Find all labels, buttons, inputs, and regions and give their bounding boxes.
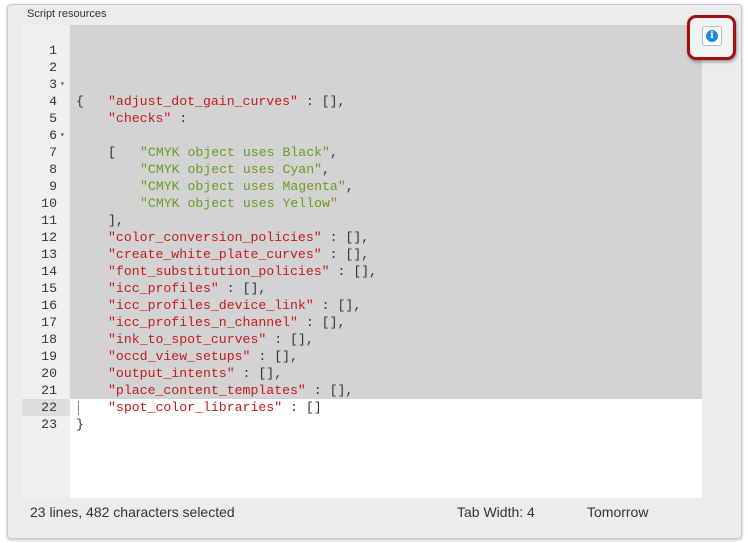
code-line[interactable]: 12 "create_white_plate_curves" : [],: [22, 212, 702, 262]
code-line[interactable]: 19 "output_intents" : [],: [22, 331, 702, 381]
code-line[interactable]: 22 }: [22, 382, 702, 432]
info-button-highlight: i: [687, 15, 736, 60]
code-line[interactable]: 14 "icc_profiles" : [],: [22, 246, 702, 296]
code-line[interactable]: 3 "adjust_dot_gain_curves" : [],: [22, 59, 702, 109]
info-icon: i: [706, 30, 718, 42]
code-line[interactable]: 2 ▾ {: [22, 42, 702, 109]
theme-selector[interactable]: Tomorrow: [587, 504, 648, 520]
code-line[interactable]: 21 "spot_color_libraries" : []: [22, 365, 702, 415]
code-line[interactable]: 17 "ink_to_spot_curves" : [],: [22, 297, 702, 347]
code-line[interactable]: 11 "color_conversion_policies" : [],: [22, 195, 702, 245]
code-line[interactable]: 13 "font_substitution_policies" : [],: [22, 229, 702, 279]
code-line[interactable]: 8 "CMYK object uses Magenta",: [22, 144, 702, 194]
panel-title: Script resources: [27, 8, 107, 20]
text-cursor: [78, 401, 79, 415]
info-button[interactable]: i: [702, 26, 722, 46]
code-line[interactable]: 23: [22, 399, 702, 432]
code-line[interactable]: 9 "CMYK object uses Yellow": [22, 161, 702, 211]
code-editor[interactable]: 1 2 ▾ { 3 "adjust_dot_gain_curves" : [],…: [22, 25, 702, 498]
code-line[interactable]: 5 ▾ [: [22, 93, 702, 160]
code-text: }: [76, 417, 84, 432]
code-line[interactable]: 18 "occd_view_setups" : [],: [22, 314, 702, 364]
code-line[interactable]: 1: [22, 25, 702, 58]
editor-status-bar: 23 lines, 482 characters selected Tab Wi…: [22, 498, 702, 526]
code-line[interactable]: 7 "CMYK object uses Cyan",: [22, 127, 702, 177]
code-line[interactable]: 15 "icc_profiles_device_link" : [],: [22, 263, 702, 313]
tab-width-selector[interactable]: Tab Width: 4: [457, 504, 535, 520]
code-line[interactable]: 16 "icc_profiles_n_channel" : [],: [22, 280, 702, 330]
code-line[interactable]: 10 ],: [22, 178, 702, 228]
selection-info: 23 lines, 482 characters selected: [30, 504, 235, 520]
line-number: 23: [41, 417, 57, 432]
code-line[interactable]: 20 "place_content_templates" : [],: [22, 348, 702, 398]
code-line[interactable]: 6 "CMYK object uses Black",: [22, 110, 702, 160]
code-line[interactable]: 4 "checks" :: [22, 76, 702, 126]
